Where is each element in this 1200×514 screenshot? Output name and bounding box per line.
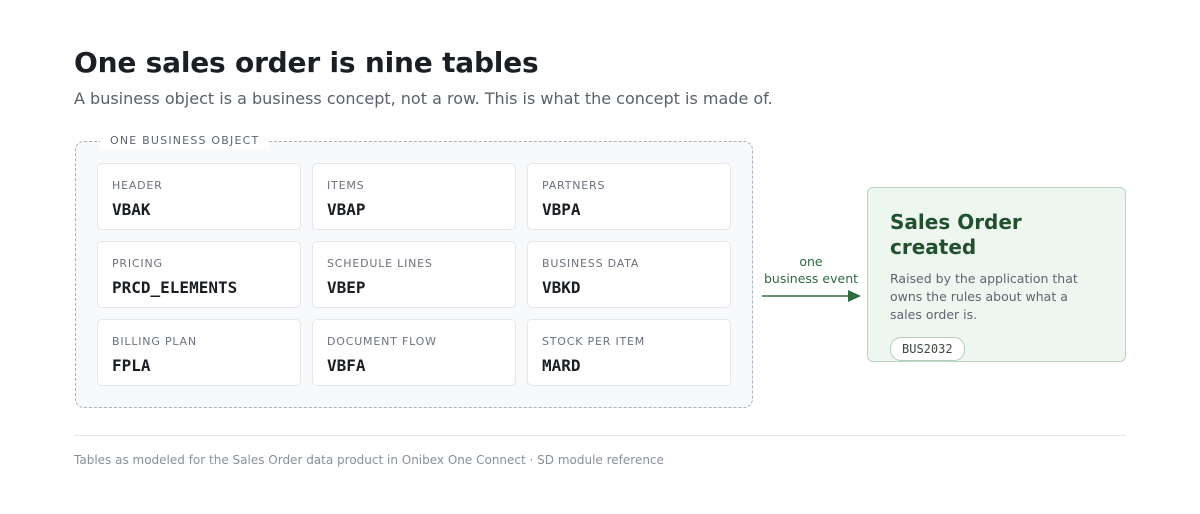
- business-object-label: ONE BUSINESS OBJECT: [100, 133, 270, 149]
- table-name: PRCD_ELEMENTS: [112, 278, 238, 297]
- table-name: VBAK: [112, 200, 151, 219]
- event-title: Sales Order created: [890, 210, 1022, 259]
- table-role-label: STOCK PER ITEM: [542, 335, 646, 348]
- footer-note: Tables as modeled for the Sales Order da…: [74, 453, 664, 467]
- table-name: FPLA: [112, 356, 151, 375]
- business-object-container: ONE BUSINESS OBJECT HEADER VBAK ITEMS VB…: [75, 133, 753, 408]
- connector-label: one business event: [762, 253, 860, 287]
- table-name: VBAP: [327, 200, 366, 219]
- page-subtitle: A business object is a business concept,…: [74, 89, 773, 108]
- footer-divider: [74, 435, 1126, 436]
- table-role-label: DOCUMENT FLOW: [327, 335, 437, 348]
- table-name: VBEP: [327, 278, 366, 297]
- table-grid: HEADER VBAK ITEMS VBAP PARTNERS VBPA PRI…: [97, 163, 732, 387]
- table-name: VBFA: [327, 356, 366, 375]
- connector-label-line-1: one: [799, 254, 823, 269]
- table-role-label: ITEMS: [327, 179, 365, 192]
- table-card-billing-plan: BILLING PLAN FPLA: [97, 319, 301, 386]
- table-card-items: ITEMS VBAP: [312, 163, 516, 230]
- page-title: One sales order is nine tables: [74, 46, 539, 79]
- table-card-schedule-lines: SCHEDULE LINES VBEP: [312, 241, 516, 308]
- table-name: MARD: [542, 356, 581, 375]
- table-role-label: BUSINESS DATA: [542, 257, 640, 270]
- table-card-business-data: BUSINESS DATA VBKD: [527, 241, 731, 308]
- arrow-right-icon: [762, 290, 861, 302]
- table-role-label: HEADER: [112, 179, 163, 192]
- table-role-label: PRICING: [112, 257, 163, 270]
- table-card-partners: PARTNERS VBPA: [527, 163, 731, 230]
- table-role-label: SCHEDULE LINES: [327, 257, 433, 270]
- table-name: VBPA: [542, 200, 581, 219]
- table-role-label: PARTNERS: [542, 179, 606, 192]
- table-card-stock-per-item: STOCK PER ITEM MARD: [527, 319, 731, 386]
- business-event-card: Sales Order created Raised by the applic…: [867, 187, 1126, 362]
- table-name: VBKD: [542, 278, 581, 297]
- event-code-badge: BUS2032: [890, 337, 965, 361]
- connector-label-line-2: business event: [763, 271, 859, 286]
- table-card-pricing: PRICING PRCD_ELEMENTS: [97, 241, 301, 308]
- table-role-label: BILLING PLAN: [112, 335, 197, 348]
- table-card-header: HEADER VBAK: [97, 163, 301, 230]
- event-description: Raised by the application that owns the …: [890, 271, 1078, 322]
- table-card-document-flow: DOCUMENT FLOW VBFA: [312, 319, 516, 386]
